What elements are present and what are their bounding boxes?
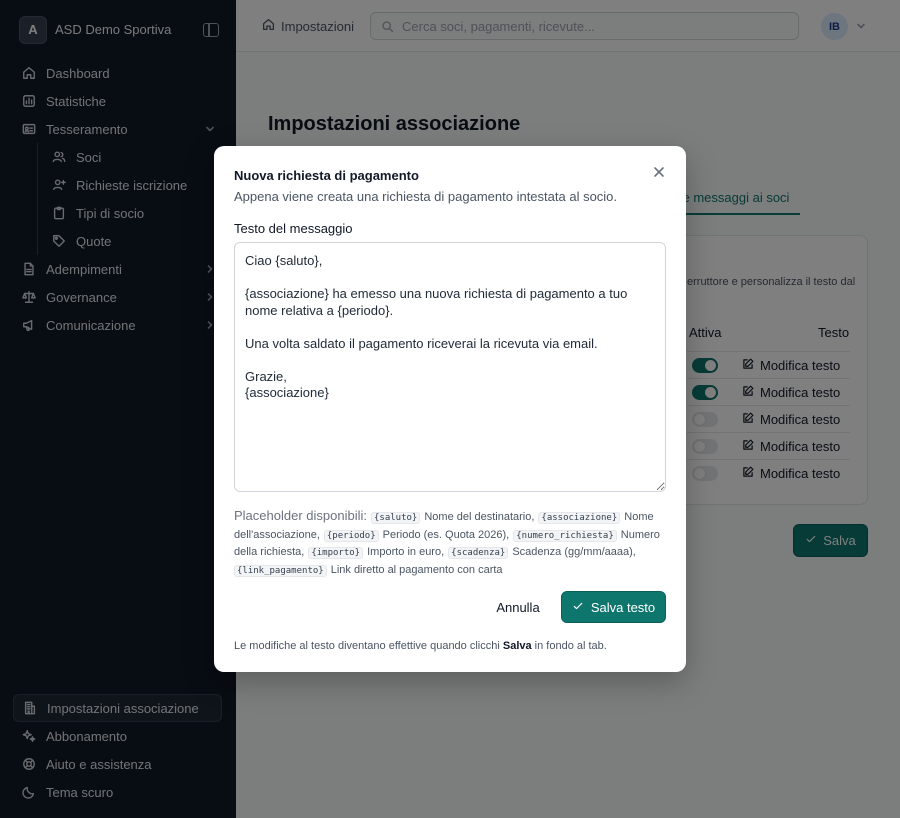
footer-pre: Le modifiche al testo diventano effettiv… [234, 640, 503, 652]
placeholder-desc: Link diretto al pagamento con carta [330, 563, 503, 576]
placeholders-help: Placeholder disponibili: {saluto} Nome del… [234, 508, 666, 579]
placeholder-code: {link_pagamento} [234, 564, 327, 577]
close-icon[interactable] [652, 165, 666, 179]
dialog-title: Nuova richiesta di pagamento [234, 168, 419, 183]
footer-post: in fondo al tab. [531, 640, 607, 652]
footer-bold: Salva [502, 640, 532, 652]
cancel-button[interactable]: Annulla [486, 591, 550, 623]
message-textarea[interactable] [234, 242, 666, 492]
placeholder-desc: Nome del destinatario, [424, 511, 535, 523]
dialog-footer-note: Le modifiche al testo diventano effettiv… [234, 640, 607, 652]
placeholder-code: {numero_richiesta} [513, 529, 617, 542]
edit-message-dialog: Nuova richiesta di pagamento Appena vien… [214, 146, 686, 672]
dialog-description: Appena viene creata una richiesta di pag… [234, 189, 618, 204]
placeholder-code: {periodo} [323, 529, 379, 542]
placeholder-desc: Importo in euro, [367, 546, 445, 558]
placeholder-code: {scadenza} [448, 547, 509, 559]
placeholder-code: {saluto} [370, 512, 421, 524]
placeholder-code: {associazione} [538, 512, 621, 524]
placeholder-desc: Scadenza (gg/mm/aaaa), [512, 546, 636, 558]
message-text-label: Testo del messaggio [234, 221, 353, 236]
check-icon [572, 600, 584, 615]
placeholders-lead: Placeholder disponibili: [234, 508, 367, 523]
placeholder-code: {importo} [308, 547, 364, 559]
save-text-label: Salva testo [590, 599, 656, 615]
placeholder-desc: Periodo (es. Quota 2026), [382, 528, 510, 541]
save-text-button[interactable]: Salva testo [561, 591, 666, 623]
